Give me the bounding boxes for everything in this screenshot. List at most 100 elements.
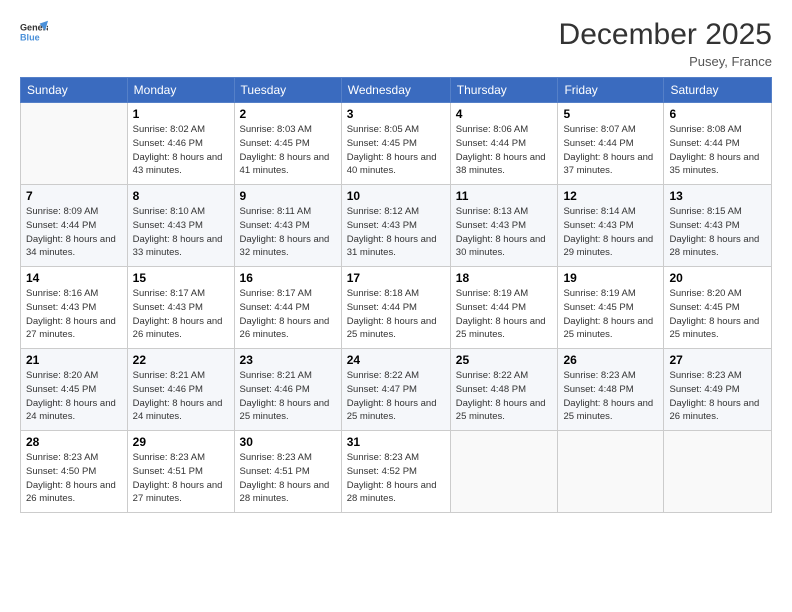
- day-info: Sunrise: 8:13 AMSunset: 4:43 PMDaylight:…: [456, 206, 546, 258]
- day-number: 6: [669, 107, 766, 121]
- table-row: 25 Sunrise: 8:22 AMSunset: 4:48 PMDaylig…: [450, 349, 558, 431]
- table-row: 3 Sunrise: 8:05 AMSunset: 4:45 PMDayligh…: [341, 103, 450, 185]
- day-number: 22: [133, 353, 229, 367]
- calendar-table: Sunday Monday Tuesday Wednesday Thursday…: [20, 77, 772, 513]
- logo: General Blue: [20, 18, 48, 46]
- col-saturday: Saturday: [664, 78, 772, 103]
- day-number: 30: [240, 435, 336, 449]
- table-row: 1 Sunrise: 8:02 AMSunset: 4:46 PMDayligh…: [127, 103, 234, 185]
- day-number: 23: [240, 353, 336, 367]
- table-row: 18 Sunrise: 8:19 AMSunset: 4:44 PMDaylig…: [450, 267, 558, 349]
- day-number: 5: [563, 107, 658, 121]
- day-number: 25: [456, 353, 553, 367]
- day-number: 26: [563, 353, 658, 367]
- table-row: 10 Sunrise: 8:12 AMSunset: 4:43 PMDaylig…: [341, 185, 450, 267]
- table-row: [21, 103, 128, 185]
- day-info: Sunrise: 8:23 AMSunset: 4:50 PMDaylight:…: [26, 452, 116, 504]
- day-info: Sunrise: 8:05 AMSunset: 4:45 PMDaylight:…: [347, 124, 437, 176]
- page: General Blue December 2025 Pusey, France…: [0, 0, 792, 612]
- table-row: 19 Sunrise: 8:19 AMSunset: 4:45 PMDaylig…: [558, 267, 664, 349]
- day-info: Sunrise: 8:11 AMSunset: 4:43 PMDaylight:…: [240, 206, 330, 258]
- day-number: 29: [133, 435, 229, 449]
- day-info: Sunrise: 8:08 AMSunset: 4:44 PMDaylight:…: [669, 124, 759, 176]
- day-number: 27: [669, 353, 766, 367]
- day-number: 20: [669, 271, 766, 285]
- day-info: Sunrise: 8:23 AMSunset: 4:48 PMDaylight:…: [563, 370, 653, 422]
- day-info: Sunrise: 8:23 AMSunset: 4:51 PMDaylight:…: [240, 452, 330, 504]
- table-row: 27 Sunrise: 8:23 AMSunset: 4:49 PMDaylig…: [664, 349, 772, 431]
- col-tuesday: Tuesday: [234, 78, 341, 103]
- day-number: 13: [669, 189, 766, 203]
- day-info: Sunrise: 8:09 AMSunset: 4:44 PMDaylight:…: [26, 206, 116, 258]
- day-number: 18: [456, 271, 553, 285]
- col-monday: Monday: [127, 78, 234, 103]
- day-info: Sunrise: 8:23 AMSunset: 4:52 PMDaylight:…: [347, 452, 437, 504]
- table-row: 9 Sunrise: 8:11 AMSunset: 4:43 PMDayligh…: [234, 185, 341, 267]
- col-friday: Friday: [558, 78, 664, 103]
- day-number: 3: [347, 107, 445, 121]
- table-row: 31 Sunrise: 8:23 AMSunset: 4:52 PMDaylig…: [341, 431, 450, 513]
- day-number: 9: [240, 189, 336, 203]
- day-number: 1: [133, 107, 229, 121]
- day-number: 31: [347, 435, 445, 449]
- day-info: Sunrise: 8:16 AMSunset: 4:43 PMDaylight:…: [26, 288, 116, 340]
- table-row: 21 Sunrise: 8:20 AMSunset: 4:45 PMDaylig…: [21, 349, 128, 431]
- table-row: 15 Sunrise: 8:17 AMSunset: 4:43 PMDaylig…: [127, 267, 234, 349]
- title-block: December 2025 Pusey, France: [559, 18, 772, 69]
- day-info: Sunrise: 8:12 AMSunset: 4:43 PMDaylight:…: [347, 206, 437, 258]
- header: General Blue December 2025 Pusey, France: [20, 18, 772, 69]
- location: Pusey, France: [559, 54, 772, 69]
- day-info: Sunrise: 8:02 AMSunset: 4:46 PMDaylight:…: [133, 124, 223, 176]
- day-info: Sunrise: 8:19 AMSunset: 4:45 PMDaylight:…: [563, 288, 653, 340]
- day-info: Sunrise: 8:03 AMSunset: 4:45 PMDaylight:…: [240, 124, 330, 176]
- day-info: Sunrise: 8:18 AMSunset: 4:44 PMDaylight:…: [347, 288, 437, 340]
- day-number: 12: [563, 189, 658, 203]
- table-row: 28 Sunrise: 8:23 AMSunset: 4:50 PMDaylig…: [21, 431, 128, 513]
- table-row: [450, 431, 558, 513]
- day-number: 21: [26, 353, 122, 367]
- table-row: 22 Sunrise: 8:21 AMSunset: 4:46 PMDaylig…: [127, 349, 234, 431]
- col-thursday: Thursday: [450, 78, 558, 103]
- col-sunday: Sunday: [21, 78, 128, 103]
- day-info: Sunrise: 8:07 AMSunset: 4:44 PMDaylight:…: [563, 124, 653, 176]
- table-row: 24 Sunrise: 8:22 AMSunset: 4:47 PMDaylig…: [341, 349, 450, 431]
- day-info: Sunrise: 8:14 AMSunset: 4:43 PMDaylight:…: [563, 206, 653, 258]
- day-info: Sunrise: 8:10 AMSunset: 4:43 PMDaylight:…: [133, 206, 223, 258]
- day-number: 24: [347, 353, 445, 367]
- table-row: 5 Sunrise: 8:07 AMSunset: 4:44 PMDayligh…: [558, 103, 664, 185]
- table-row: 13 Sunrise: 8:15 AMSunset: 4:43 PMDaylig…: [664, 185, 772, 267]
- day-info: Sunrise: 8:17 AMSunset: 4:43 PMDaylight:…: [133, 288, 223, 340]
- table-row: [664, 431, 772, 513]
- svg-text:Blue: Blue: [20, 32, 40, 42]
- day-number: 16: [240, 271, 336, 285]
- table-row: 11 Sunrise: 8:13 AMSunset: 4:43 PMDaylig…: [450, 185, 558, 267]
- day-number: 8: [133, 189, 229, 203]
- table-row: 7 Sunrise: 8:09 AMSunset: 4:44 PMDayligh…: [21, 185, 128, 267]
- day-number: 10: [347, 189, 445, 203]
- day-info: Sunrise: 8:23 AMSunset: 4:51 PMDaylight:…: [133, 452, 223, 504]
- day-number: 4: [456, 107, 553, 121]
- table-row: 30 Sunrise: 8:23 AMSunset: 4:51 PMDaylig…: [234, 431, 341, 513]
- day-number: 14: [26, 271, 122, 285]
- day-number: 19: [563, 271, 658, 285]
- day-info: Sunrise: 8:20 AMSunset: 4:45 PMDaylight:…: [669, 288, 759, 340]
- day-number: 28: [26, 435, 122, 449]
- day-info: Sunrise: 8:21 AMSunset: 4:46 PMDaylight:…: [133, 370, 223, 422]
- day-info: Sunrise: 8:15 AMSunset: 4:43 PMDaylight:…: [669, 206, 759, 258]
- day-info: Sunrise: 8:17 AMSunset: 4:44 PMDaylight:…: [240, 288, 330, 340]
- table-row: 8 Sunrise: 8:10 AMSunset: 4:43 PMDayligh…: [127, 185, 234, 267]
- day-number: 17: [347, 271, 445, 285]
- day-number: 15: [133, 271, 229, 285]
- month-title: December 2025: [559, 18, 772, 52]
- day-number: 7: [26, 189, 122, 203]
- table-row: [558, 431, 664, 513]
- table-row: 2 Sunrise: 8:03 AMSunset: 4:45 PMDayligh…: [234, 103, 341, 185]
- day-info: Sunrise: 8:06 AMSunset: 4:44 PMDaylight:…: [456, 124, 546, 176]
- day-info: Sunrise: 8:23 AMSunset: 4:49 PMDaylight:…: [669, 370, 759, 422]
- table-row: 26 Sunrise: 8:23 AMSunset: 4:48 PMDaylig…: [558, 349, 664, 431]
- table-row: 4 Sunrise: 8:06 AMSunset: 4:44 PMDayligh…: [450, 103, 558, 185]
- table-row: 14 Sunrise: 8:16 AMSunset: 4:43 PMDaylig…: [21, 267, 128, 349]
- day-info: Sunrise: 8:20 AMSunset: 4:45 PMDaylight:…: [26, 370, 116, 422]
- table-row: 29 Sunrise: 8:23 AMSunset: 4:51 PMDaylig…: [127, 431, 234, 513]
- table-row: 12 Sunrise: 8:14 AMSunset: 4:43 PMDaylig…: [558, 185, 664, 267]
